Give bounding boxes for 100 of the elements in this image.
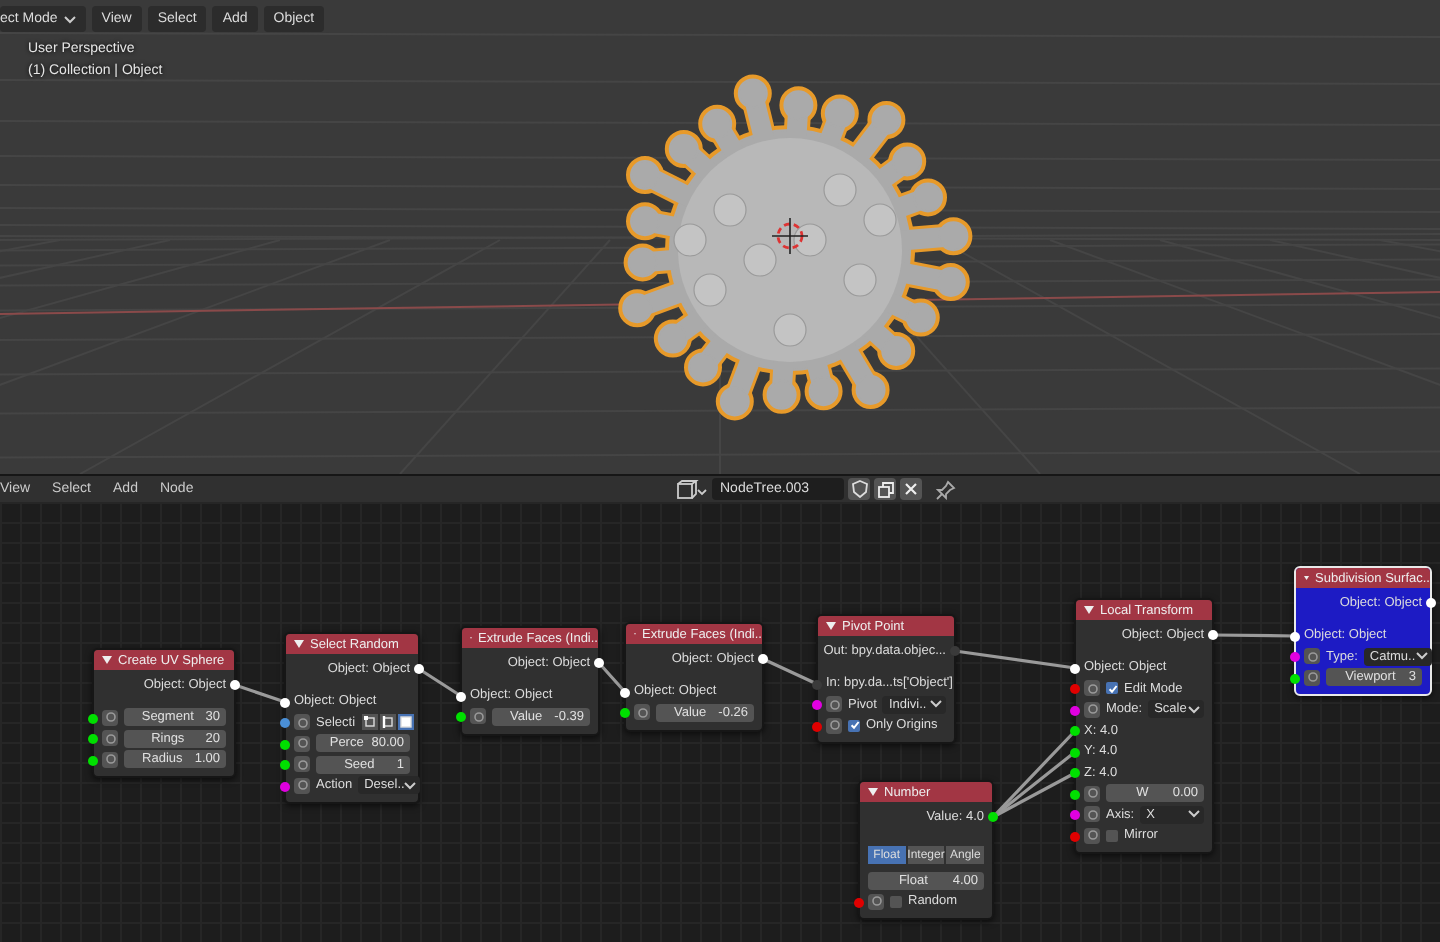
socket-dot[interactable] <box>1070 663 1080 673</box>
socket-toggle-button[interactable] <box>826 696 842 713</box>
socket-dot[interactable] <box>280 781 290 791</box>
caret-icon <box>63 15 76 23</box>
vertex-icon <box>363 716 376 729</box>
socket-dot[interactable] <box>88 734 98 744</box>
collapse-triangle-icon[interactable] <box>102 656 112 664</box>
socket-toggle-button[interactable] <box>1084 701 1100 718</box>
socket-dot[interactable] <box>1070 747 1080 757</box>
select-mode-button[interactable] <box>397 714 414 731</box>
socket-dot[interactable] <box>1070 810 1080 820</box>
shield-icon <box>851 480 867 498</box>
socket-dot[interactable] <box>1290 631 1300 641</box>
socket-dot[interactable] <box>1208 630 1218 640</box>
face-icon <box>399 716 412 729</box>
socket-dot[interactable] <box>88 755 98 765</box>
socket-dot[interactable] <box>1070 831 1080 841</box>
socket-dot[interactable] <box>414 664 424 674</box>
checkbox[interactable] <box>1106 829 1118 842</box>
socket-toggle-button[interactable] <box>826 717 842 734</box>
circle-icon <box>871 896 881 907</box>
collapse-triangle-icon[interactable] <box>826 622 836 630</box>
check-icon <box>1107 683 1117 694</box>
socket-toggle-button[interactable] <box>102 751 118 768</box>
socket-toggle-button[interactable] <box>102 730 118 747</box>
circle-icon <box>473 711 483 722</box>
socket-dot[interactable] <box>1070 684 1080 694</box>
socket-toggle-button[interactable] <box>868 893 884 910</box>
socket-dot[interactable] <box>620 708 630 718</box>
copy-icon <box>877 481 893 497</box>
socket-dot[interactable] <box>1070 726 1080 736</box>
socket-toggle-button[interactable] <box>1304 669 1320 686</box>
socket-dot[interactable] <box>1426 598 1436 608</box>
socket-dot[interactable] <box>1070 705 1080 715</box>
circle-icon <box>105 733 115 744</box>
socket-dot[interactable] <box>594 658 604 668</box>
collapse-triangle-icon[interactable] <box>1084 606 1094 614</box>
socket-dot[interactable] <box>230 680 240 690</box>
socket-toggle-button[interactable] <box>294 777 310 794</box>
select-mode-button[interactable] <box>361 714 378 731</box>
socket-dot[interactable] <box>1070 789 1080 799</box>
socket-dot[interactable] <box>620 687 630 697</box>
close-icon <box>904 482 918 496</box>
socket-dot[interactable] <box>280 760 290 770</box>
socket-dot[interactable] <box>1070 768 1080 778</box>
circle-icon <box>1307 672 1317 683</box>
caret-icon <box>930 700 942 709</box>
socket-toggle-button[interactable] <box>634 704 650 721</box>
socket-toggle-button[interactable] <box>1084 680 1100 697</box>
socket-toggle-button[interactable] <box>102 709 118 726</box>
circle-icon <box>1087 683 1097 694</box>
collapse-triangle-icon[interactable] <box>294 640 304 648</box>
socket-toggle-button[interactable] <box>1084 827 1100 844</box>
socket-dot[interactable] <box>280 718 290 728</box>
node-link <box>761 657 819 686</box>
circle-icon <box>297 780 307 791</box>
socket-dot[interactable] <box>988 812 998 822</box>
socket-dot[interactable] <box>280 739 290 749</box>
socket-toggle-button[interactable] <box>470 708 486 725</box>
circle-icon <box>1087 704 1097 715</box>
checkbox[interactable] <box>1106 682 1118 695</box>
socket-dot[interactable] <box>88 713 98 723</box>
checkbox[interactable] <box>890 895 902 908</box>
socket-dot[interactable] <box>758 654 768 664</box>
checkbox[interactable] <box>848 719 860 732</box>
socket-toggle-button[interactable] <box>1304 648 1320 665</box>
circle-icon <box>829 699 839 710</box>
socket-dot[interactable] <box>1290 673 1300 683</box>
socket-dot[interactable] <box>812 700 822 710</box>
pin-icon[interactable] <box>936 479 956 499</box>
close-button[interactable] <box>900 478 922 500</box>
socket-dot[interactable] <box>1290 652 1300 662</box>
socket-dot[interactable] <box>280 697 290 707</box>
socket-dot[interactable] <box>456 712 466 722</box>
socket-toggle-button[interactable] <box>294 714 310 731</box>
circle-icon <box>637 707 647 718</box>
circle-icon <box>1087 809 1097 820</box>
node-tree-type-icon[interactable] <box>676 479 708 499</box>
caret-icon <box>404 781 417 790</box>
circle-icon <box>297 738 307 749</box>
fake-user-button[interactable] <box>848 478 870 500</box>
select-mode-button[interactable] <box>379 714 396 731</box>
socket-dot[interactable] <box>456 691 466 701</box>
socket-toggle-button[interactable] <box>1084 785 1100 802</box>
collapse-triangle-icon[interactable] <box>868 788 878 796</box>
duplicate-button[interactable] <box>874 478 896 500</box>
socket-dot[interactable] <box>854 897 864 907</box>
circle-icon <box>297 759 307 770</box>
socket-toggle-button[interactable] <box>294 756 310 773</box>
node-link <box>417 667 463 698</box>
node-link <box>597 661 627 694</box>
circle-icon <box>829 720 839 731</box>
socket-dot[interactable] <box>812 679 822 689</box>
check-icon <box>849 720 859 731</box>
socket-dot[interactable] <box>812 721 822 731</box>
collapse-triangle-icon[interactable] <box>1304 574 1310 582</box>
socket-toggle-button[interactable] <box>294 735 310 752</box>
edge-icon <box>381 716 394 729</box>
socket-toggle-button[interactable] <box>1084 806 1100 823</box>
socket-dot[interactable] <box>950 646 960 656</box>
